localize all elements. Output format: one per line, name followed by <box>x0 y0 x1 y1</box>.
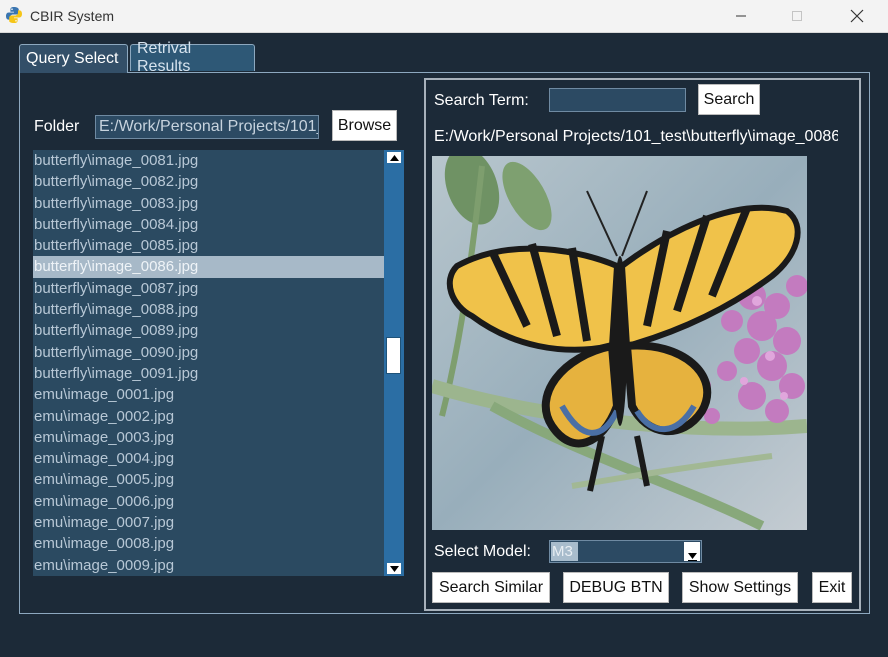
file-listbox[interactable]: butterfly\image_0081.jpg butterfly\image_… <box>33 150 384 576</box>
select-model-label: Select Model: <box>434 543 531 560</box>
close-button[interactable] <box>834 0 880 32</box>
minimize-icon <box>736 15 746 17</box>
tab-retrival-results[interactable]: Retrival Results <box>130 40 255 75</box>
list-item[interactable]: butterfly\image_0087.jpg <box>33 278 384 299</box>
arrow-up-icon <box>389 154 399 161</box>
tab-query-select[interactable]: Query Select <box>19 44 128 73</box>
show-settings-button[interactable]: Show Settings <box>682 572 798 603</box>
list-item[interactable]: butterfly\image_0091.jpg <box>33 363 384 384</box>
folder-label: Folder <box>34 118 80 135</box>
folder-input[interactable]: E:/Work/Personal Projects/101_test <box>95 115 319 139</box>
query-image-preview <box>432 156 807 530</box>
search-similar-button[interactable]: Search Similar <box>432 572 550 603</box>
scroll-down-button[interactable] <box>387 563 401 574</box>
list-item[interactable]: butterfly\image_0089.jpg <box>33 320 384 341</box>
list-item[interactable]: emu\image_0002.jpg <box>33 406 384 427</box>
exit-button[interactable]: Exit <box>812 572 852 603</box>
window-title: CBIR System <box>30 8 115 24</box>
maximize-icon <box>792 11 802 21</box>
dropdown-arrow-icon[interactable] <box>684 542 700 561</box>
arrow-down-icon <box>389 565 399 572</box>
list-item[interactable]: emu\image_0007.jpg <box>33 512 384 533</box>
list-item[interactable]: butterfly\image_0085.jpg <box>33 235 384 256</box>
list-item[interactable]: emu\image_0006.jpg <box>33 491 384 512</box>
python-icon <box>6 7 22 23</box>
search-button[interactable]: Search <box>698 84 760 115</box>
search-term-label: Search Term: <box>434 92 529 109</box>
list-item[interactable]: emu\image_0003.jpg <box>33 427 384 448</box>
search-term-input[interactable] <box>549 88 686 112</box>
list-item[interactable]: butterfly\image_0086.jpg <box>33 256 384 278</box>
list-item[interactable]: butterfly\image_0083.jpg <box>33 193 384 214</box>
maximize-button[interactable] <box>774 0 820 32</box>
close-icon <box>850 9 864 23</box>
list-item[interactable]: emu\image_0009.jpg <box>33 555 384 576</box>
title-bar: CBIR System <box>0 0 888 33</box>
list-item[interactable]: butterfly\image_0081.jpg <box>33 150 384 171</box>
model-select[interactable]: M3 <box>549 540 702 563</box>
debug-button[interactable]: DEBUG BTN <box>563 572 669 603</box>
list-item[interactable]: emu\image_0001.jpg <box>33 384 384 405</box>
main-window: Retrival Results Query Select Folder E:/… <box>0 33 888 657</box>
list-item[interactable]: butterfly\image_0084.jpg <box>33 214 384 235</box>
list-item[interactable]: emu\image_0005.jpg <box>33 469 384 490</box>
browse-button[interactable]: Browse <box>332 110 397 141</box>
scroll-thumb[interactable] <box>386 337 401 374</box>
minimize-button[interactable] <box>718 0 764 32</box>
list-item[interactable]: butterfly\image_0088.jpg <box>33 299 384 320</box>
list-scrollbar[interactable] <box>384 150 404 576</box>
list-item[interactable]: emu\image_0004.jpg <box>33 448 384 469</box>
model-select-value: M3 <box>551 542 578 561</box>
image-path-label: E:/Work/Personal Projects/101_test\butte… <box>434 128 838 145</box>
list-item[interactable]: butterfly\image_0082.jpg <box>33 171 384 192</box>
butterfly-image <box>432 156 807 530</box>
scroll-up-button[interactable] <box>387 152 401 163</box>
list-item[interactable]: butterfly\image_0090.jpg <box>33 342 384 363</box>
list-item[interactable]: emu\image_0008.jpg <box>33 533 384 554</box>
